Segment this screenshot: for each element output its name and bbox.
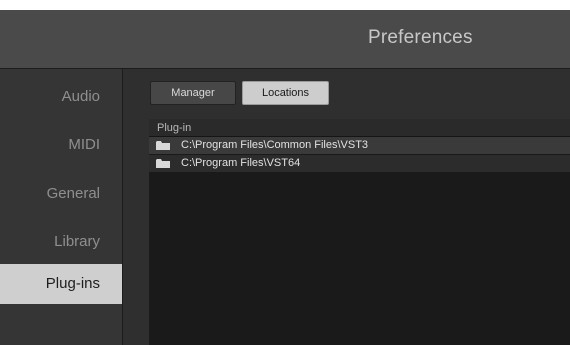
folder-icon	[156, 141, 170, 150]
sidebar-item-library[interactable]: Library	[0, 224, 122, 260]
window-title: Preferences	[368, 27, 473, 48]
content-panel: Manager Locations Plug-in C:\Program Fil…	[123, 69, 570, 345]
list-column-header[interactable]: Plug-in	[149, 119, 570, 137]
title-bar: Preferences	[0, 10, 570, 69]
sidebar-item-general[interactable]: General	[0, 176, 122, 212]
list-item[interactable]: C:\Program Files\Common Files\VST3	[149, 137, 570, 154]
locations-button[interactable]: Locations	[242, 81, 329, 105]
sidebar: Audio MIDI General Library Plug-ins	[0, 69, 123, 345]
plugin-locations-list: Plug-in C:\Program Files\Common Files\VS…	[149, 119, 570, 345]
preferences-window: Preferences Audio MIDI General Library P…	[0, 10, 570, 345]
folder-icon	[156, 159, 170, 168]
list-item-path: C:\Program Files\Common Files\VST3	[181, 139, 369, 151]
list-item[interactable]: C:\Program Files\VST64	[149, 155, 570, 172]
list-item-path: C:\Program Files\VST64	[181, 157, 301, 169]
sidebar-item-audio[interactable]: Audio	[0, 79, 122, 115]
sidebar-item-midi[interactable]: MIDI	[0, 127, 122, 163]
sidebar-item-plug-ins[interactable]: Plug-ins	[0, 264, 122, 304]
manager-button[interactable]: Manager	[150, 81, 236, 105]
